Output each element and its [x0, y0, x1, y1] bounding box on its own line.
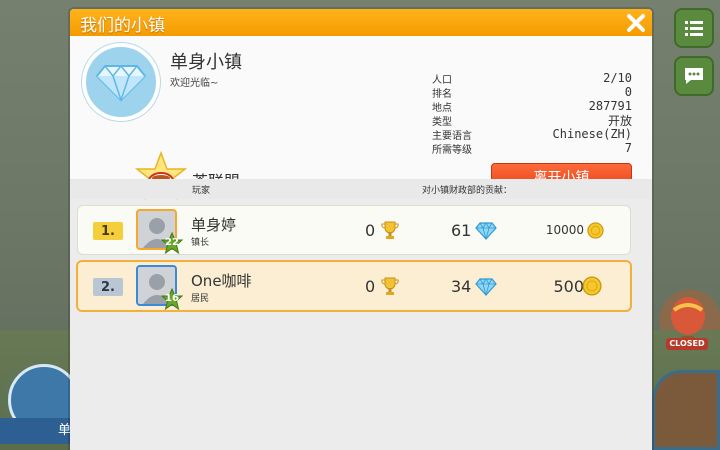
- rank-tag: 2.: [93, 278, 123, 296]
- chat-icon: [685, 68, 703, 84]
- diamond-icon: [475, 278, 497, 297]
- stat-type: 类型 开放: [432, 113, 632, 128]
- close-icon: [627, 14, 645, 32]
- trophy-icon: [381, 277, 399, 295]
- level-number: 22: [165, 237, 179, 248]
- header-player: 玩家: [192, 186, 211, 196]
- player-role: 居民: [191, 294, 210, 304]
- close-button[interactable]: [623, 10, 649, 36]
- stat-location: 地点 287791: [432, 99, 632, 114]
- player-name: One咖啡: [191, 272, 252, 290]
- panel-title: 我们的小镇: [80, 16, 165, 36]
- member-list-header: 玩家 对小镇财政部的贡献：: [70, 179, 652, 199]
- level-number: 16: [165, 293, 179, 304]
- title-bar: 我们的小镇: [70, 9, 652, 36]
- town-name: 单身小镇: [170, 52, 242, 73]
- town-info: 单身小镇 欢迎光临~ 人口 2/10 排名 0 地点 287791 类型 开放 …: [70, 36, 652, 200]
- background-ribbon: 单: [0, 418, 76, 444]
- coin-icon: [587, 222, 604, 239]
- diamond-count: 34: [451, 277, 472, 296]
- diamond-count: 61: [451, 221, 472, 240]
- coin-count: 500: [553, 277, 584, 296]
- town-panel: 我们的小镇 单身小镇 欢迎光临~ 人口 2/10 排名 0 地点 287791 …: [70, 9, 652, 450]
- member-row[interactable]: 2. 16 One咖啡 居民 0 34 500: [76, 260, 632, 312]
- trophy-count: 0: [365, 277, 376, 296]
- trophy-count: 0: [365, 221, 376, 240]
- town-welcome-message: 欢迎光临~: [170, 78, 219, 89]
- trophy-icon: [381, 221, 399, 239]
- header-contribution: 对小镇财政部的贡献：: [422, 186, 513, 196]
- diamond-icon: [95, 64, 147, 102]
- town-stats: 人口 2/10 排名 0 地点 287791 类型 开放 主要语言 Chines…: [432, 71, 632, 156]
- chat-button[interactable]: [674, 56, 714, 96]
- stat-ranking: 排名 0: [432, 85, 632, 100]
- stat-language: 主要语言 Chinese(ZH): [432, 127, 632, 142]
- stat-required-level: 所需等级 7: [432, 141, 632, 156]
- list-icon: [685, 21, 703, 36]
- member-row[interactable]: 1. 22 单身婷 镇长 0 61 10000: [77, 205, 631, 255]
- player-role: 镇长: [191, 238, 210, 248]
- diamond-icon: [475, 222, 497, 241]
- shop-building[interactable]: [652, 370, 720, 450]
- player-name: 单身婷: [191, 216, 237, 234]
- coin-icon: [582, 276, 602, 296]
- coin-count: 10000: [545, 223, 584, 237]
- member-list: 1. 22 单身婷 镇长 0 61 10000 2. 16 One咖啡 居民 0…: [76, 205, 646, 317]
- closed-label: CLOSED: [666, 338, 708, 350]
- town-badge: [82, 43, 160, 121]
- stat-population: 人口 2/10: [432, 71, 632, 86]
- menu-list-button[interactable]: [674, 8, 714, 48]
- rank-tag: 1.: [93, 222, 123, 240]
